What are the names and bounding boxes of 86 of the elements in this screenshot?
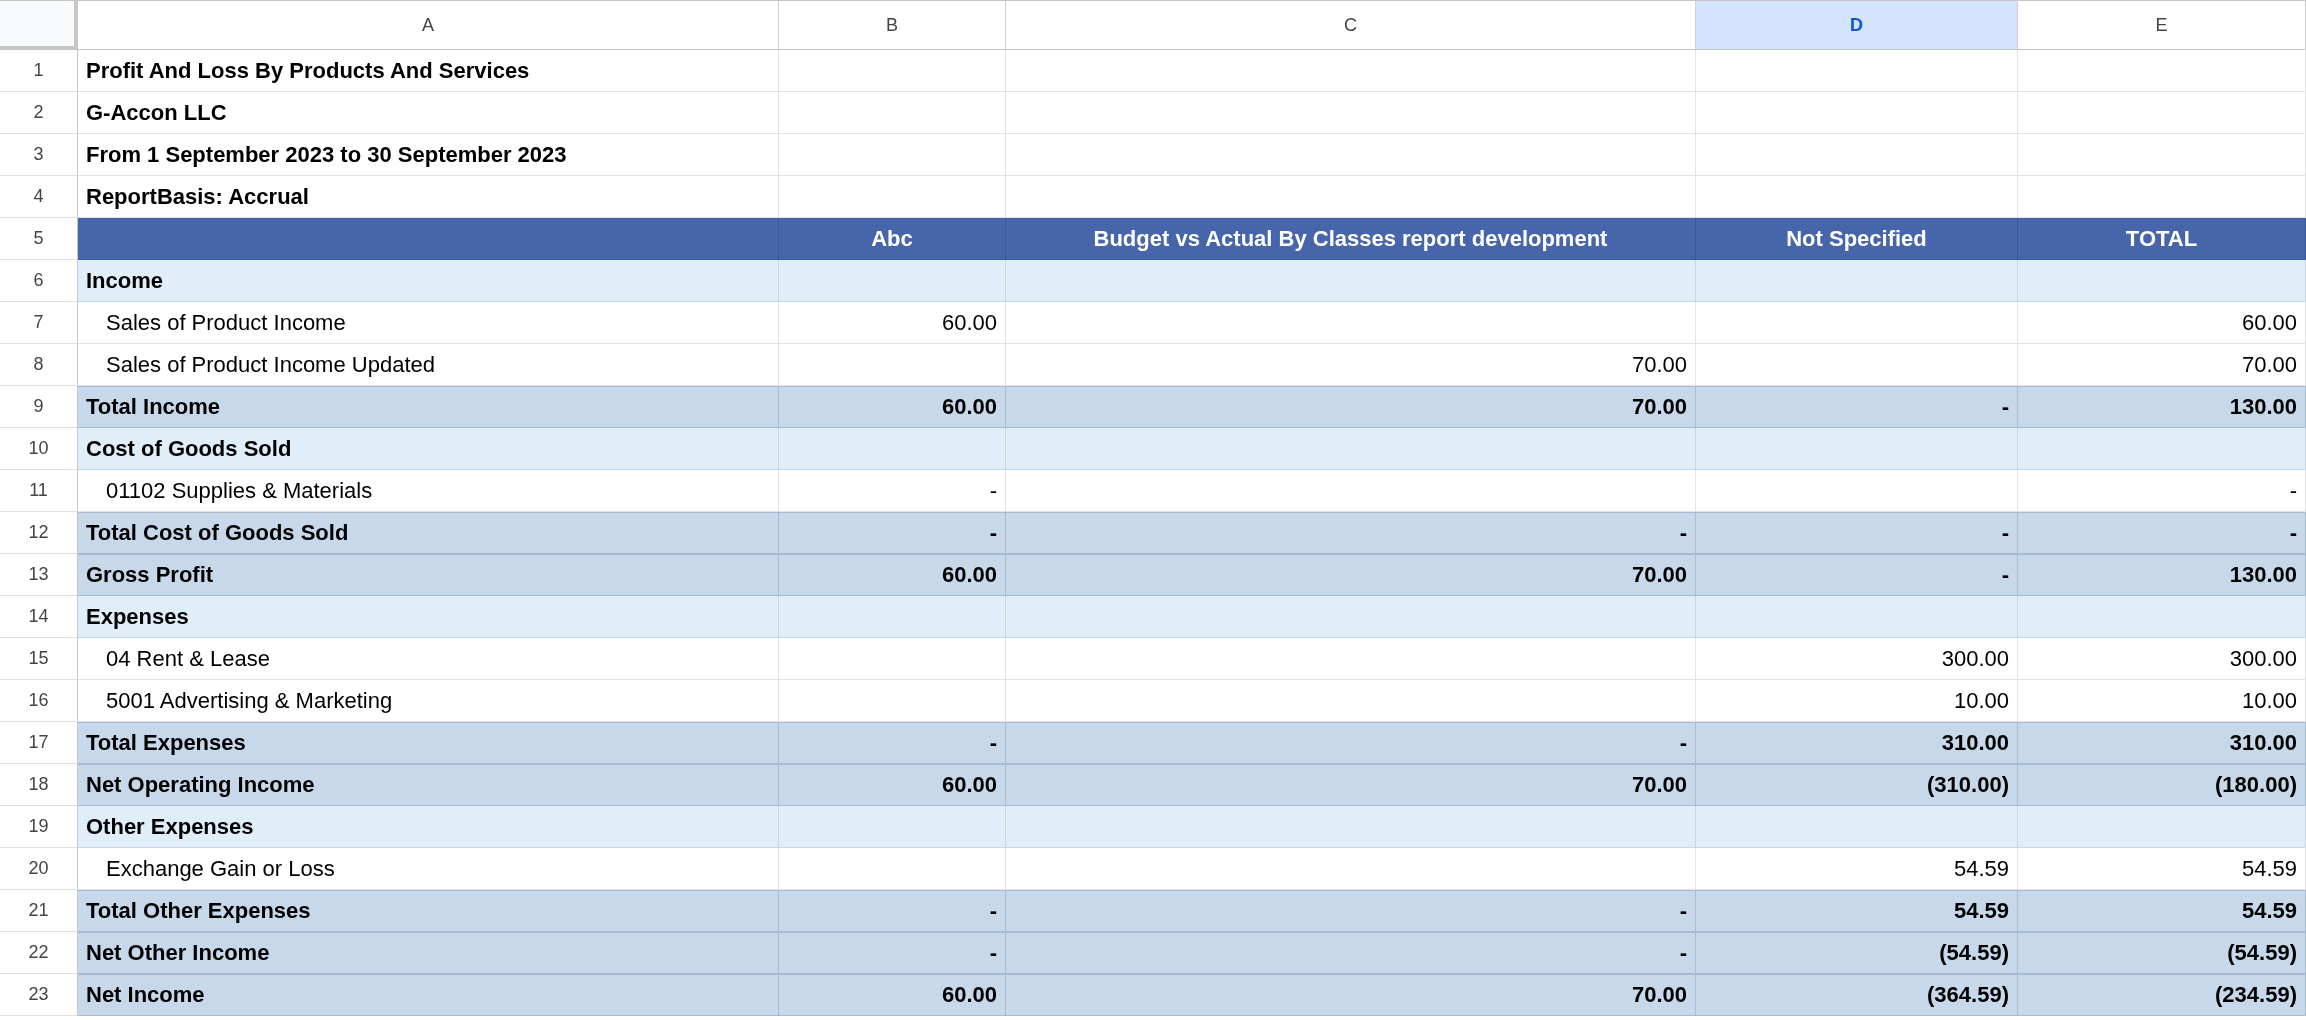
table-cell: Budget vs Actual By Classes report development [1093, 225, 1608, 252]
row-label: Gross Profit [86, 562, 214, 588]
table-cell: - [2289, 520, 2297, 546]
table-cell: 54.59 [2241, 898, 2297, 924]
table-cell: 310.00 [2229, 730, 2297, 756]
table-cell: - [989, 520, 997, 546]
table-cell: Abc [871, 225, 913, 252]
row-label: Expenses [86, 603, 189, 630]
table-cell: 70.00 [1631, 772, 1687, 798]
table-cell: 10.00 [2241, 687, 2297, 714]
row-label: Sales of Product Income Updated [106, 351, 435, 378]
row-label: Net Income [86, 982, 205, 1008]
table-cell: 60.00 [941, 982, 997, 1008]
row-label: Profit And Loss By Products And Services [86, 57, 530, 84]
table-cell: - [1679, 898, 1687, 924]
table-cell: 70.00 [1631, 982, 1687, 1008]
column-header[interactable]: A [78, 0, 779, 50]
row-label: Net Other Income [86, 940, 270, 966]
row-label: Income [86, 267, 164, 294]
table-cell: 70.00 [1631, 394, 1687, 420]
table-cell: 54.59 [1953, 855, 2009, 882]
table-cell: - [1679, 520, 1687, 546]
table-cell: 60.00 [941, 562, 997, 588]
table-cell: - [989, 730, 997, 756]
row-label: Total Expenses [86, 730, 246, 756]
row-label: 5001 Advertising & Marketing [106, 687, 393, 714]
table-cell: - [2001, 394, 2009, 420]
row-label: G-Accon LLC [86, 99, 227, 126]
table-cell: 310.00 [1941, 730, 2009, 756]
table-cell: 54.59 [1953, 898, 2009, 924]
table-cell: - [1679, 940, 1687, 966]
table-cell: (54.59) [2227, 940, 2297, 966]
row-label: 01102 Supplies & Materials [106, 477, 373, 504]
row-label: Total Cost of Goods Sold [86, 520, 349, 546]
table-cell: 300.00 [2229, 645, 2297, 672]
row-number[interactable]: 8 [0, 344, 78, 386]
row-number[interactable]: 7 [0, 302, 78, 344]
table-cell: 60.00 [941, 394, 997, 420]
table-cell: - [2001, 562, 2009, 588]
column-header[interactable]: E [2018, 0, 2306, 50]
row-number[interactable]: 16 [0, 680, 78, 722]
table-cell: - [2289, 477, 2297, 504]
table-cell: - [1679, 730, 1687, 756]
table-cell: 130.00 [2229, 562, 2297, 588]
row-number[interactable]: 11 [0, 470, 78, 512]
row-number[interactable]: 3 [0, 134, 78, 176]
table-cell: 60.00 [941, 772, 997, 798]
row-number[interactable]: 2 [0, 92, 78, 134]
column-header[interactable]: C [1006, 0, 1696, 50]
table-cell: Not Specified [1786, 225, 1927, 252]
table-cell: (234.59) [2215, 982, 2297, 1008]
table-cell: (364.59) [1927, 982, 2009, 1008]
table-cell: 70.00 [2241, 351, 2297, 378]
table-cell: 60.00 [2241, 309, 2297, 336]
table-cell: - [2001, 520, 2009, 546]
row-label: Cost of Goods Sold [86, 435, 292, 462]
column-header[interactable]: D [1696, 0, 2018, 50]
row-label: Sales of Product Income [106, 309, 346, 336]
row-label: Total Income [86, 394, 221, 420]
table-cell: 70.00 [1631, 351, 1687, 378]
table-cell: TOTAL [2125, 225, 2198, 252]
table-cell: 54.59 [2241, 855, 2297, 882]
table-cell: - [989, 940, 997, 966]
table-cell: 10.00 [1953, 687, 2009, 714]
row-label: 04 Rent & Lease [106, 645, 270, 672]
row-label: Total Other Expenses [86, 898, 311, 924]
column-header[interactable]: B [779, 0, 1006, 50]
row-number[interactable]: 1 [0, 50, 78, 92]
row-label: Net Operating Income [86, 772, 315, 798]
row-label: ReportBasis: Accrual [86, 183, 309, 210]
table-cell: - [989, 477, 997, 504]
table-cell: 130.00 [2229, 394, 2297, 420]
table-cell: (180.00) [2215, 772, 2297, 798]
table-cell: (310.00) [1927, 772, 2009, 798]
table-cell: - [989, 898, 997, 924]
row-label: Exchange Gain or Loss [106, 855, 335, 882]
row-number[interactable]: 20 [0, 848, 78, 890]
table-cell: 300.00 [1941, 645, 2009, 672]
row-label: From 1 September 2023 to 30 September 2023 [86, 141, 567, 168]
select-all-corner[interactable] [0, 0, 78, 50]
table-cell: (54.59) [1939, 940, 2009, 966]
table-cell: 70.00 [1631, 562, 1687, 588]
table-cell: 60.00 [941, 309, 997, 336]
row-number[interactable]: 15 [0, 638, 78, 680]
row-label: Other Expenses [86, 813, 254, 840]
row-number[interactable]: 4 [0, 176, 78, 218]
